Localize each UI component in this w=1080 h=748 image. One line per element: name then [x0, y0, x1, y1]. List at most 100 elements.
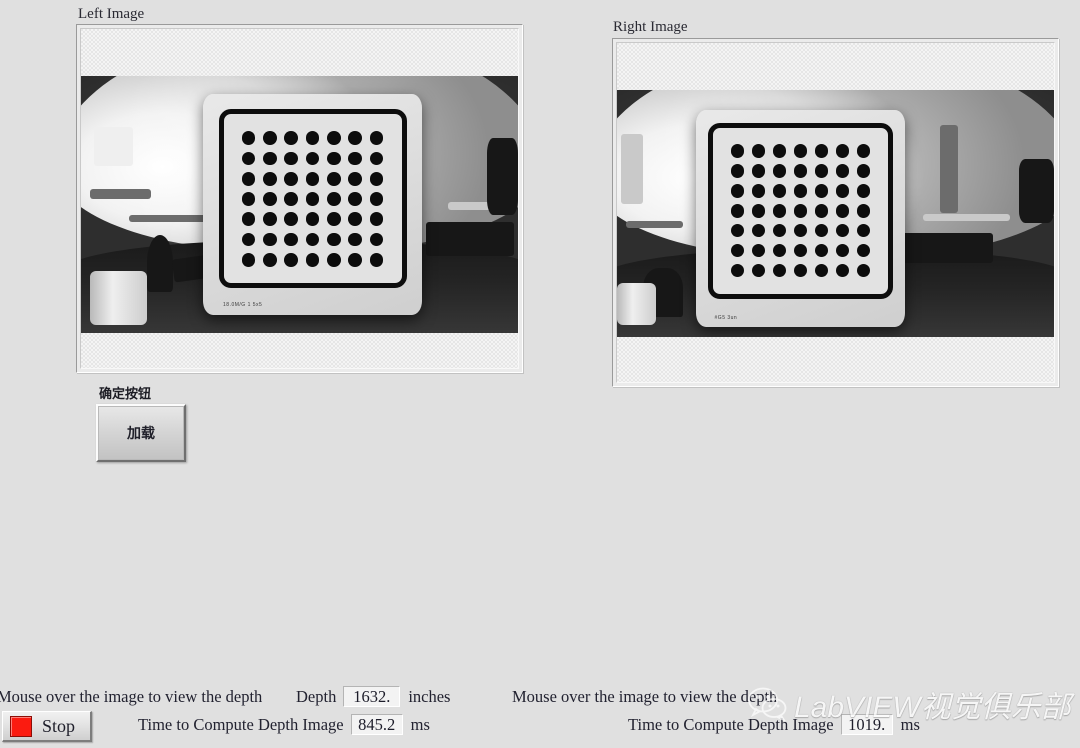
scene-object: [94, 127, 134, 166]
compute-time-label: Time to Compute Depth Image: [628, 714, 834, 734]
calibration-dot: [856, 224, 871, 238]
calibration-dot: [348, 232, 363, 247]
calibration-dot: [263, 151, 277, 166]
calibration-dot: [305, 252, 320, 267]
left-image-display[interactable]: 18.0M/G 1 5x5: [76, 24, 523, 373]
calibration-dot: [348, 212, 363, 227]
left-image-label: Left Image: [78, 6, 145, 22]
calibration-dot: [327, 171, 341, 186]
scene-object: [89, 189, 151, 200]
calibration-dot: [835, 263, 850, 278]
compute-time-value-field[interactable]: 845.2: [350, 714, 403, 735]
scene-object: [487, 137, 518, 215]
calibration-board-border: [708, 122, 893, 299]
calibration-dot: [772, 144, 787, 158]
load-button-label: 加载: [127, 425, 155, 441]
calibration-dot: [369, 252, 384, 267]
calibration-dot: [793, 184, 808, 198]
calibration-dot: [814, 204, 829, 218]
calibration-dot: [856, 263, 871, 278]
calibration-dot: [814, 263, 829, 278]
calibration-dot: [751, 224, 766, 238]
calibration-dot: [772, 184, 787, 198]
calibration-dot: [369, 131, 384, 145]
compute-time-unit-label: ms: [900, 714, 920, 734]
calibration-dot: [263, 252, 277, 267]
scene-object: [621, 134, 644, 204]
scene-object: [617, 282, 657, 325]
calibration-dot: [305, 192, 320, 206]
right-image-label: Right Image: [613, 19, 688, 35]
stop-led-icon: [10, 715, 32, 737]
calibration-dot: [284, 232, 299, 247]
calibration-dot: [856, 184, 871, 198]
calibration-dot: [369, 212, 384, 227]
calibration-dot: [814, 224, 829, 238]
calibration-dot: [241, 232, 256, 247]
stop-button[interactable]: Stop: [2, 711, 92, 742]
board-caption: 18.0M/G 1 5x5: [223, 302, 263, 309]
calibration-dot: [751, 144, 766, 158]
right-image-canvas[interactable]: #G5 3un: [616, 42, 1055, 383]
calibration-dot: [772, 243, 787, 258]
calibration-dot: [730, 243, 745, 258]
calibration-dot: [263, 171, 277, 186]
calibration-dot: [263, 131, 277, 145]
left-image-canvas[interactable]: 18.0M/G 1 5x5: [80, 28, 519, 369]
calibration-dot-grid: [238, 128, 387, 270]
calibration-dot: [241, 171, 256, 186]
calibration-dot: [814, 164, 829, 178]
calibration-dot: [751, 263, 766, 278]
calibration-dot: [327, 131, 341, 145]
right-scene: #G5 3un: [617, 90, 1054, 337]
calibration-dot: [369, 171, 384, 186]
calibration-dot: [793, 224, 808, 238]
calibration-dot: [793, 144, 808, 158]
calibration-dot: [772, 224, 787, 238]
calibration-dot: [327, 232, 341, 247]
calibration-dot: [835, 144, 850, 158]
calibration-dot: [751, 204, 766, 218]
calibration-dot: [772, 164, 787, 178]
depth-unit-label: inches: [408, 686, 451, 706]
calibration-dot: [305, 212, 320, 227]
calibration-dot: [369, 192, 384, 206]
calibration-dot: [369, 151, 384, 166]
scene-object: [625, 220, 683, 229]
calibration-dot: [793, 164, 808, 178]
calibration-dot: [263, 212, 277, 227]
left-depth-hint: Mouse over the image to view the depth: [0, 687, 263, 706]
scene-object: [1019, 159, 1054, 224]
right-depth-hint: Mouse over the image to view the depth: [512, 687, 778, 706]
scene-object: [89, 271, 147, 326]
calibration-board-border: [218, 109, 407, 289]
calibration-dot: [284, 131, 299, 145]
calibration-dot: [835, 164, 850, 178]
calibration-dot: [793, 204, 808, 218]
calibration-dot: [348, 131, 363, 145]
calibration-dot: [284, 212, 299, 227]
calibration-dot: [730, 204, 745, 218]
compute-time-label: Time to Compute Depth Image: [138, 714, 344, 734]
scene-object: [922, 213, 1011, 221]
calibration-dot: [856, 243, 871, 258]
scene-object: [426, 222, 514, 256]
left-scene: 18.0M/G 1 5x5: [81, 76, 518, 333]
calibration-dot-grid: [727, 141, 874, 281]
right-image-display[interactable]: #G5 3un: [612, 38, 1059, 387]
left-time-row: Time to Compute Depth Image 845.2 ms: [138, 714, 430, 735]
calibration-dot: [835, 224, 850, 238]
calibration-dot: [327, 252, 341, 267]
calibration-dot: [730, 263, 745, 278]
depth-value-field[interactable]: 1632.: [343, 686, 401, 707]
calibration-dot: [305, 232, 320, 247]
calibration-dot: [305, 131, 320, 145]
compute-time-value-field[interactable]: 1019.: [840, 714, 893, 735]
calibration-dot: [241, 192, 256, 206]
stop-button-label: Stop: [42, 715, 76, 736]
calibration-dot: [348, 171, 363, 186]
calibration-dot: [835, 184, 850, 198]
right-camera-photo: #G5 3un: [617, 90, 1054, 337]
calibration-dot: [814, 144, 829, 158]
load-button[interactable]: 加载: [96, 404, 186, 462]
